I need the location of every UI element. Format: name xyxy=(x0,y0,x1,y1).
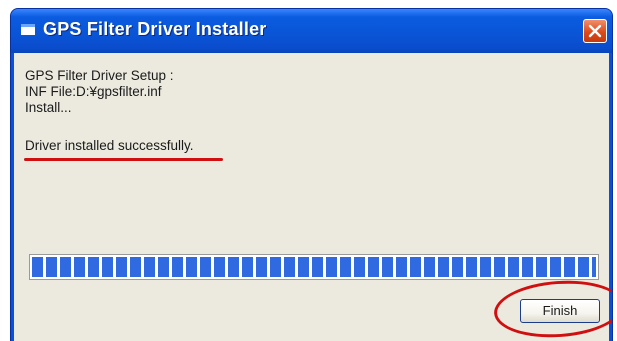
progress-fill xyxy=(32,257,596,277)
progress-bar xyxy=(29,254,599,280)
close-button[interactable] xyxy=(583,19,607,43)
status-underline-annotation xyxy=(24,158,223,161)
setup-label: GPS Filter Driver Setup : xyxy=(25,68,174,83)
installer-window: GPS Filter Driver Installer GPS Filter D… xyxy=(10,8,613,341)
close-icon xyxy=(588,24,602,38)
window-app-icon xyxy=(21,24,35,35)
dialog-body: GPS Filter Driver Setup : INF File:D:¥gp… xyxy=(14,53,612,341)
finish-circle-annotation xyxy=(492,276,612,341)
inf-file-label: INF File:D:¥gpsfilter.inf xyxy=(25,84,162,99)
status-message: Driver installed successfully. xyxy=(25,138,194,153)
window-title: GPS Filter Driver Installer xyxy=(43,19,267,39)
title-bar[interactable]: GPS Filter Driver Installer xyxy=(11,9,612,53)
install-label: Install... xyxy=(25,100,72,115)
